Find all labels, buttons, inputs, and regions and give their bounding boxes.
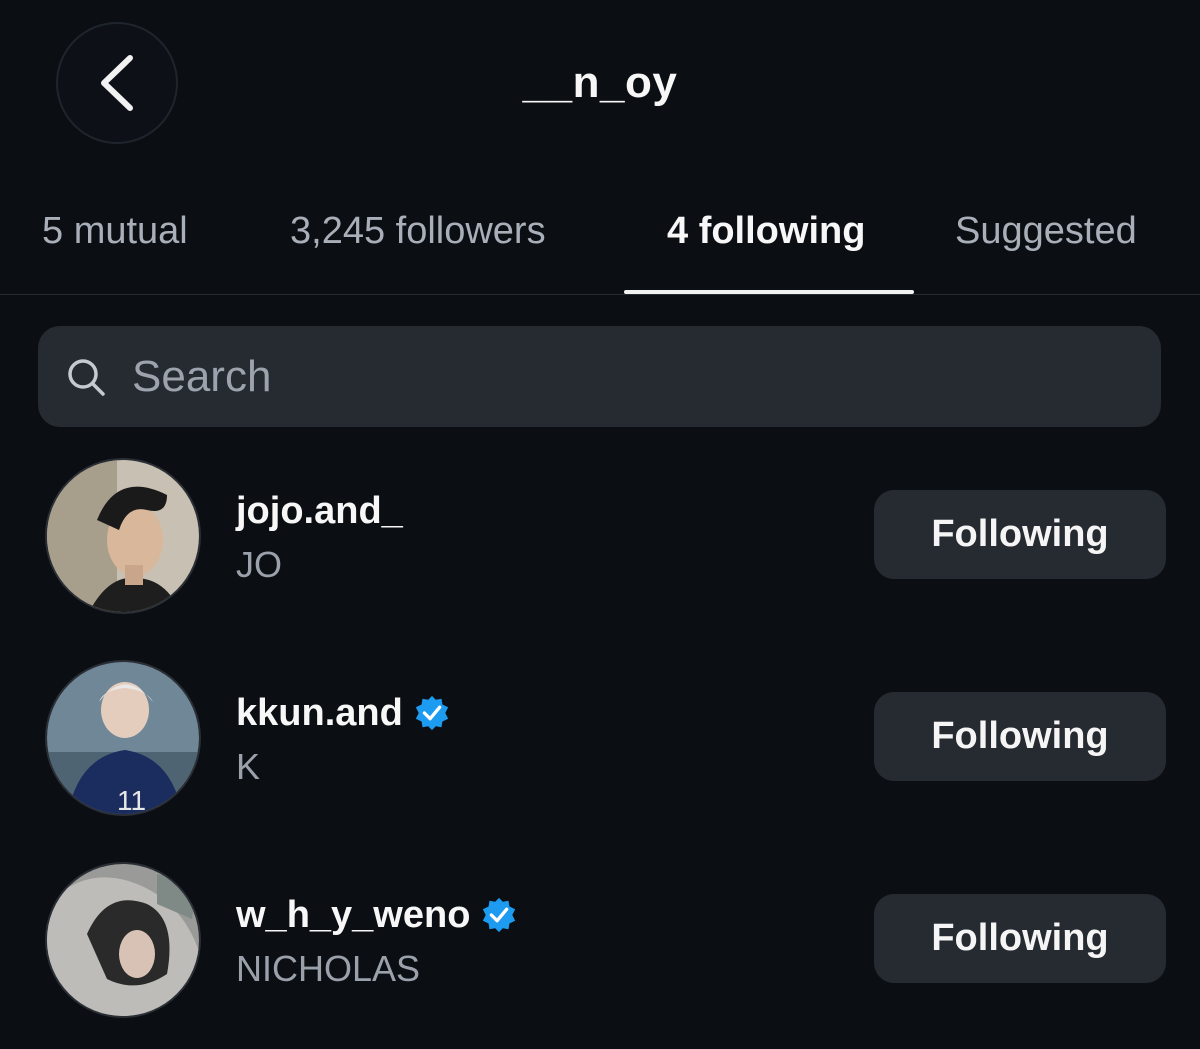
avatar[interactable]: [45, 458, 201, 614]
account-names: w_h_y_weno NICHOLAS: [236, 892, 518, 990]
avatar[interactable]: 11: [45, 660, 201, 816]
verified-badge-icon: [483, 897, 516, 933]
active-tab-indicator: [624, 290, 914, 294]
username[interactable]: jojo.and_: [236, 488, 403, 534]
username[interactable]: w_h_y_weno: [236, 892, 518, 938]
search-bar[interactable]: [38, 326, 1161, 427]
search-icon: [68, 358, 105, 396]
verified-badge-icon: [415, 695, 448, 731]
tab-following[interactable]: 4 following: [667, 210, 865, 253]
following-button[interactable]: Following: [874, 692, 1166, 781]
username-text[interactable]: w_h_y_weno: [236, 894, 470, 937]
account-names: jojo.and_ JO: [236, 488, 403, 586]
avatar[interactable]: [45, 862, 201, 1018]
username-text[interactable]: kkun.and: [236, 692, 403, 735]
list-item[interactable]: w_h_y_weno NICHOLAS Following: [0, 862, 1200, 1022]
following-button[interactable]: Following: [874, 894, 1166, 983]
account-names: kkun.and K: [236, 690, 451, 788]
top-bar: __n_oy: [0, 0, 1200, 170]
full-name: JO: [236, 544, 283, 585]
full-name: K: [236, 746, 261, 787]
list-item[interactable]: 11 kkun.and K Following: [0, 660, 1200, 820]
svg-text:11: 11: [117, 785, 146, 816]
tab-mutual[interactable]: 5 mutual: [42, 210, 188, 253]
username[interactable]: kkun.and: [236, 690, 451, 736]
full-name: NICHOLAS: [236, 948, 421, 989]
username-text[interactable]: jojo.and_: [236, 490, 403, 533]
following-button[interactable]: Following: [874, 490, 1166, 579]
tab-bar: 5 mutual 3,245 followers 4 following Sug…: [0, 190, 1200, 295]
list-item[interactable]: jojo.and_ JO Following: [0, 458, 1200, 618]
search-input[interactable]: [130, 350, 1034, 403]
tab-followers[interactable]: 3,245 followers: [290, 210, 546, 253]
page-title: __n_oy: [522, 58, 678, 107]
tab-suggested[interactable]: Suggested: [955, 210, 1137, 253]
